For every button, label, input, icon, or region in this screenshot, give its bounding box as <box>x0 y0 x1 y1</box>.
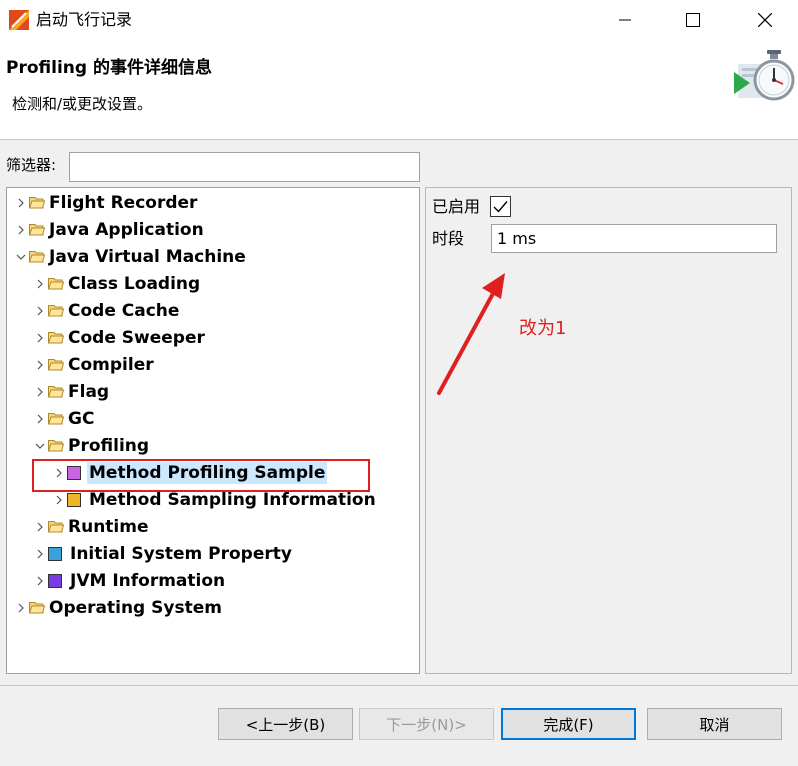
tree-item-flag[interactable]: Flag <box>32 379 111 404</box>
tree-item-label: Java Virtual Machine <box>49 246 246 267</box>
chevron-right-icon[interactable] <box>13 217 29 242</box>
folder-icon <box>48 325 66 350</box>
folder-open-icon <box>29 244 47 269</box>
tree-item-label: Flight Recorder <box>49 192 198 213</box>
checkmark-icon <box>493 201 508 213</box>
tree-item-label: JVM Information <box>70 570 226 591</box>
page-title: Profiling 的事件详细信息 <box>6 58 212 78</box>
tree-item-label: GC <box>68 408 95 429</box>
tree-item-java-virtual-machine[interactable]: Java Virtual Machine <box>13 244 248 269</box>
tree-item-label: Operating System <box>49 597 222 618</box>
annotation-arrow-icon <box>437 273 505 395</box>
annotation-text: 改为1 <box>519 318 567 339</box>
window-title: 启动飞行记录 <box>36 10 133 29</box>
maximize-button[interactable] <box>670 0 716 40</box>
tree-item-flight-recorder[interactable]: Flight Recorder <box>13 190 199 215</box>
folder-icon <box>29 217 47 242</box>
period-label: 时段 <box>432 229 465 248</box>
chevron-right-icon[interactable] <box>32 406 48 431</box>
tree-item-label: Profiling <box>68 435 150 456</box>
cancel-button[interactable]: 取消 <box>647 708 782 740</box>
folder-icon <box>29 595 47 620</box>
chevron-right-icon[interactable] <box>32 568 48 593</box>
launch-flight-recording-dialog: 启动飞行记录 Profiling 的事件详细信息 检测和/或更改设置。 筛选器:… <box>0 0 798 766</box>
chevron-right-icon[interactable] <box>32 352 48 377</box>
chevron-right-icon[interactable] <box>32 541 48 566</box>
event-type-icon <box>48 573 62 588</box>
wizard-header: Profiling 的事件详细信息 检测和/或更改设置。 <box>0 40 798 140</box>
next-button[interactable]: 下一步(N)> <box>359 708 494 740</box>
tree-item-code-cache[interactable]: Code Cache <box>32 298 181 323</box>
jmc-app-icon <box>9 10 29 30</box>
page-description: 检测和/或更改设置。 <box>12 95 153 113</box>
tree-item-label: Java Application <box>49 219 204 240</box>
tree-item-runtime[interactable]: Runtime <box>32 514 151 539</box>
chevron-right-icon[interactable] <box>32 325 48 350</box>
tree-item-compiler[interactable]: Compiler <box>32 352 156 377</box>
chevron-right-icon[interactable] <box>32 379 48 404</box>
folder-icon <box>48 379 66 404</box>
tree-item-label: Initial System Property <box>70 543 292 564</box>
title-bar: 启动飞行记录 <box>0 0 798 40</box>
chevron-right-icon[interactable] <box>32 271 48 296</box>
chevron-right-icon[interactable] <box>13 595 29 620</box>
stopwatch-icon <box>734 50 795 101</box>
chevron-right-icon[interactable] <box>32 298 48 323</box>
tree-item-jvm-information[interactable]: JVM Information <box>32 568 227 593</box>
tree-item-label: Flag <box>68 381 110 402</box>
folder-icon <box>48 298 66 323</box>
folder-icon <box>29 190 47 215</box>
tree-item-label: Class Loading <box>68 273 201 294</box>
enabled-label: 已启用 <box>432 197 481 216</box>
tree-item-profiling[interactable]: Profiling <box>32 433 151 458</box>
folder-icon <box>48 271 66 296</box>
minimize-button[interactable] <box>602 0 648 40</box>
footer-divider <box>0 685 798 686</box>
minimize-icon <box>619 19 631 21</box>
period-input[interactable]: 1 ms <box>491 224 777 253</box>
tree-item-label: Code Sweeper <box>68 327 205 348</box>
folder-icon <box>48 514 66 539</box>
chevron-right-icon[interactable] <box>32 514 48 539</box>
tree-item-class-loading[interactable]: Class Loading <box>32 271 202 296</box>
annotation-highlight-box <box>32 459 370 492</box>
tree-item-label: Compiler <box>68 354 154 375</box>
event-type-icon <box>48 546 62 561</box>
chevron-down-icon[interactable] <box>13 244 29 269</box>
enabled-checkbox[interactable] <box>490 196 511 217</box>
tree-item-java-application[interactable]: Java Application <box>13 217 206 242</box>
event-tree[interactable]: Flight Recorder Java Application Java Vi… <box>6 187 420 674</box>
filter-input[interactable] <box>69 152 420 182</box>
tree-item-label: Runtime <box>68 516 149 537</box>
finish-button[interactable]: 完成(F) <box>501 708 636 740</box>
tree-item-operating-system[interactable]: Operating System <box>13 595 224 620</box>
folder-open-icon <box>48 433 66 458</box>
tree-item-label: Code Cache <box>68 300 180 321</box>
back-button[interactable]: <上一步(B) <box>218 708 353 740</box>
tree-item-code-sweeper[interactable]: Code Sweeper <box>32 325 207 350</box>
chevron-down-icon[interactable] <box>32 433 48 458</box>
tree-item-initial-system-property[interactable]: Initial System Property <box>32 541 294 566</box>
maximize-icon <box>686 13 700 27</box>
event-type-icon <box>67 492 81 507</box>
chevron-right-icon[interactable] <box>13 190 29 215</box>
tree-item-gc[interactable]: GC <box>32 406 96 431</box>
close-icon <box>758 13 772 27</box>
filter-label: 筛选器: <box>6 156 57 174</box>
folder-icon <box>48 406 66 431</box>
close-button[interactable] <box>742 0 788 40</box>
folder-icon <box>48 352 66 377</box>
